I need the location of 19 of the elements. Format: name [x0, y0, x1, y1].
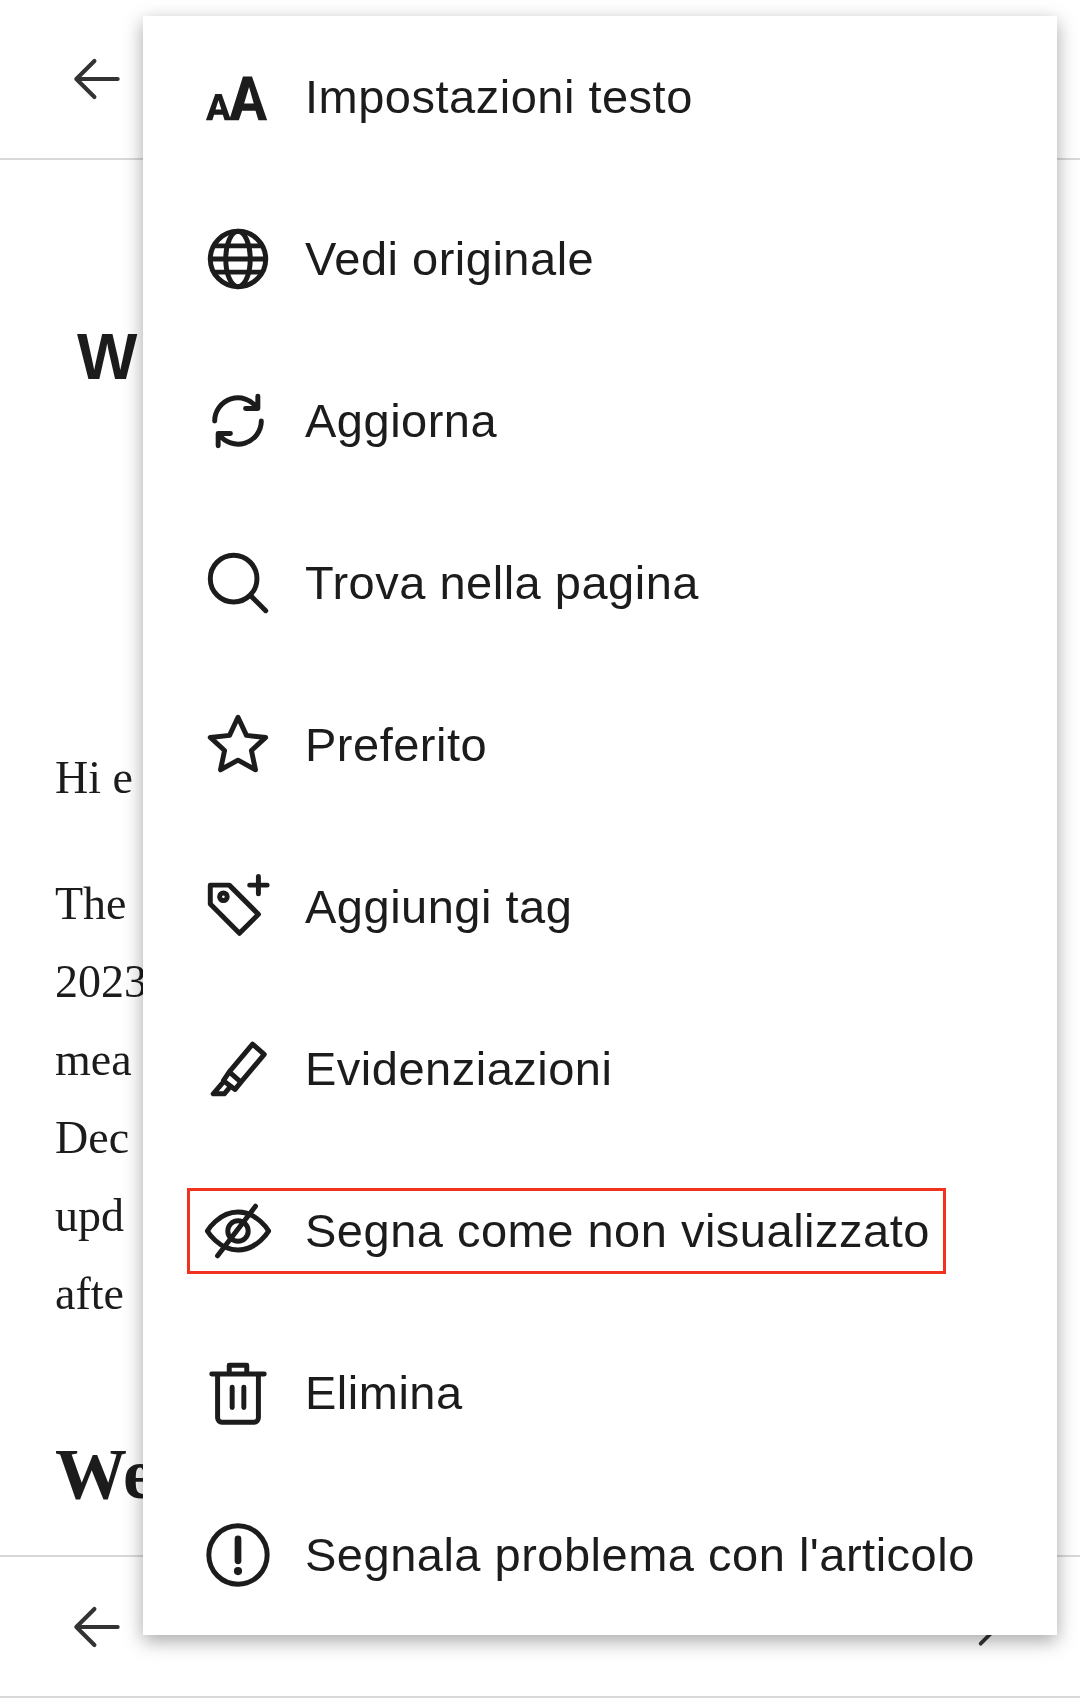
- paragraph-text: afte: [55, 1267, 124, 1321]
- menu-item[interactable]: Aggiungi tag: [187, 864, 589, 950]
- menu-item[interactable]: Vedi originale: [187, 216, 611, 302]
- paragraph-text: The: [55, 877, 127, 931]
- menu-item[interactable]: Elimina: [187, 1350, 479, 1436]
- menu-item[interactable]: Evidenziazioni: [187, 1026, 629, 1112]
- article-heading: W: [77, 325, 138, 395]
- exclamation-circle-icon: [203, 1520, 273, 1590]
- paragraph-text: Dec: [55, 1111, 130, 1165]
- menu-item[interactable]: Segna come non visualizzato: [187, 1188, 946, 1274]
- paragraph-text: Hi e: [55, 751, 133, 805]
- menu-item[interactable]: Preferito: [187, 702, 504, 788]
- paragraph-text: 2023: [55, 955, 147, 1009]
- menu-item[interactable]: Segnala problema con l'articolo: [187, 1512, 991, 1598]
- menu-item[interactable]: Aggiorna: [187, 378, 514, 464]
- menu-item[interactable]: Trova nella pagina: [187, 540, 715, 626]
- menu-item[interactable]: Impostazioni testo: [187, 54, 709, 140]
- paragraph-text: mea: [55, 1033, 132, 1087]
- paragraph-text: upd: [55, 1189, 124, 1243]
